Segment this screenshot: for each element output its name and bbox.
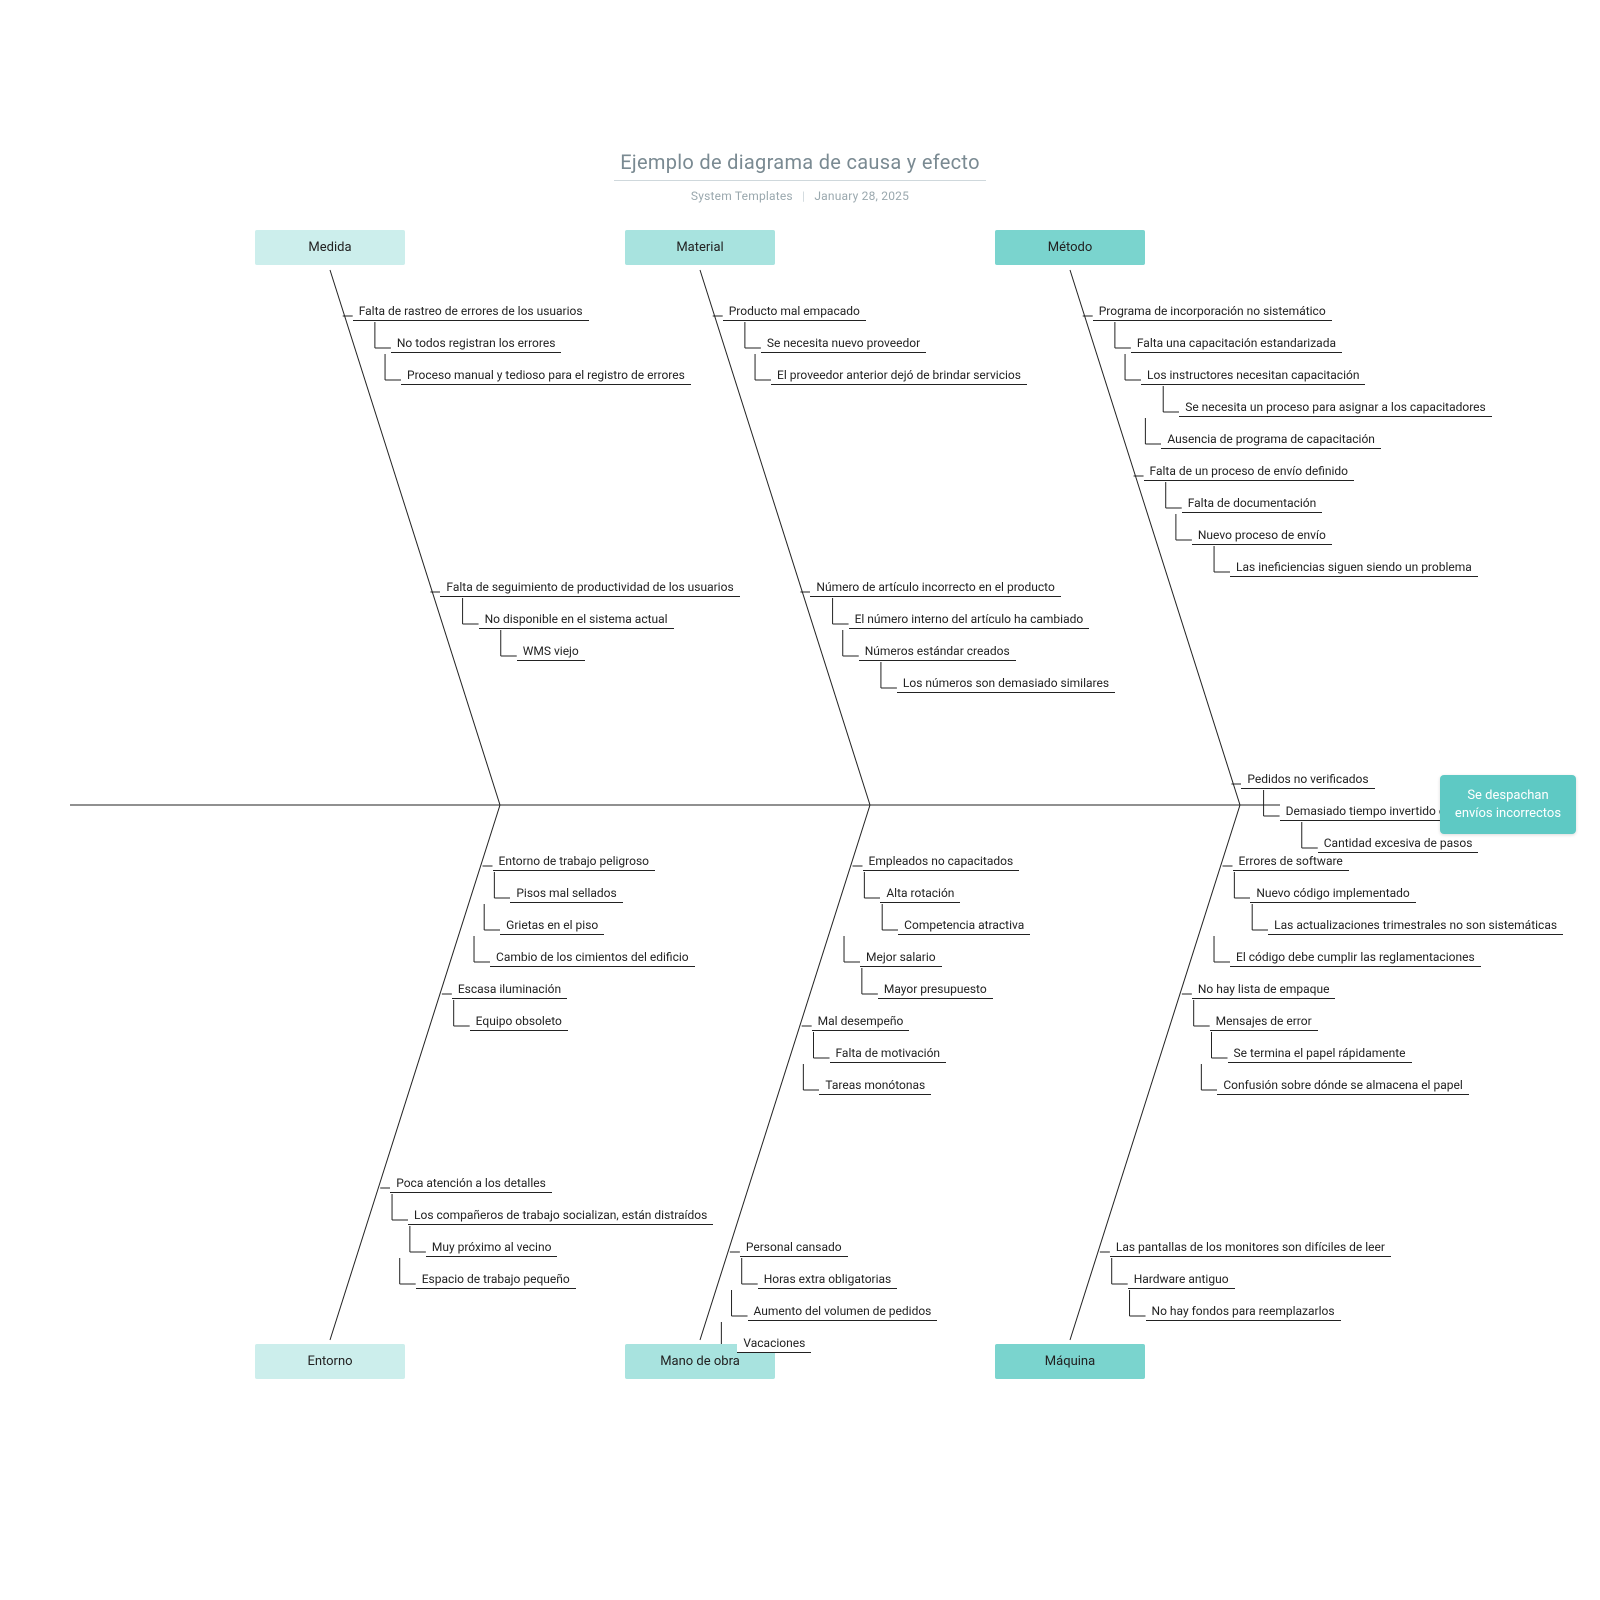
category-material: Material [625,230,775,265]
cause-node: Confusión sobre dónde se almacena el pap… [1217,1078,1468,1095]
diagram-title: Ejemplo de diagrama de causa y efecto [614,150,986,181]
cause-node: Falta de seguimiento de productividad de… [440,580,739,597]
cause-node: WMS viejo [517,644,585,661]
cause-node: Vacaciones [737,1336,811,1353]
cause-node: Proceso manual y tedioso para el registr… [401,368,691,385]
cause-node: Mensajes de error [1210,1014,1318,1031]
cause-node: Cantidad excesiva de pasos [1318,836,1479,853]
cause-node: Las ineficiencias siguen siendo un probl… [1230,560,1478,577]
cause-node: Mal desempeño [812,1014,910,1031]
cause-node: Grietas en el piso [500,918,604,935]
cause-node: Errores de software [1233,854,1349,871]
cause-node: Tareas monótonas [819,1078,931,1095]
cause-node: Equipo obsoleto [470,1014,568,1031]
cause-node: Se termina el papel rápidamente [1228,1046,1412,1063]
cause-node: Hardware antiguo [1128,1272,1235,1289]
cause-node: El código debe cumplir las reglamentacio… [1230,950,1481,967]
cause-node: No hay lista de empaque [1192,982,1336,999]
cause-node: Las pantallas de los monitores son difíc… [1110,1240,1391,1257]
cause-node: Muy próximo al vecino [426,1240,558,1257]
cause-node: Se necesita nuevo proveedor [761,336,926,353]
cause-node: Pisos mal sellados [510,886,622,903]
cause-node: Pedidos no verificados [1241,772,1374,789]
cause-node: Espacio de trabajo pequeño [416,1272,576,1289]
cause-node: Los compañeros de trabajo socializan, es… [408,1208,713,1225]
effect-label: Se despachan envíos incorrectos [1455,788,1561,821]
cause-node: Los números son demasiado similares [897,676,1115,693]
subtitle-author: System Templates [691,189,793,203]
cause-node: Se necesita un proceso para asignar a lo… [1179,400,1492,417]
cause-node: Falta de documentación [1182,496,1323,513]
cause-node: Horas extra obligatorias [758,1272,898,1289]
cause-node: Falta de rastreo de errores de los usuar… [353,304,589,321]
cause-node: Mejor salario [860,950,942,967]
cause-node: Cambio de los cimientos del edificio [490,950,695,967]
fishbone-lines [0,0,1600,1600]
cause-node: Producto mal empacado [723,304,866,321]
cause-node: Entorno de trabajo peligroso [493,854,655,871]
cause-node: Nuevo código implementado [1250,886,1415,903]
subtitle-divider: | [802,189,805,203]
cause-node: Empleados no capacitados [863,854,1020,871]
cause-node: Programa de incorporación no sistemático [1093,304,1332,321]
effect-box: Se despachan envíos incorrectos [1440,775,1576,834]
cause-node: Ausencia de programa de capacitación [1161,432,1381,449]
cause-node: Poca atención a los detalles [390,1176,552,1193]
category-entorno: Entorno [255,1344,405,1379]
cause-node: Aumento del volumen de pedidos [748,1304,938,1321]
cause-node: Números estándar creados [859,644,1016,661]
cause-node: Falta una capacitación estandarizada [1131,336,1342,353]
cause-node: No hay fondos para reemplazarlos [1146,1304,1341,1321]
cause-node: Nuevo proceso de envío [1192,528,1332,545]
cause-node: Las actualizaciones trimestrales no son … [1268,918,1563,935]
cause-node: Número de artículo incorrecto en el prod… [810,580,1060,597]
cause-node: Alta rotación [880,886,960,903]
cause-node: Los instructores necesitan capacitación [1141,368,1365,385]
category-medida: Medida [255,230,405,265]
diagram-subtitle: System Templates | January 28, 2025 [0,189,1600,203]
cause-node: Escasa iluminación [452,982,567,999]
cause-node: Personal cansado [740,1240,848,1257]
cause-node: El número interno del artículo ha cambia… [849,612,1090,629]
cause-node: Falta de motivación [830,1046,947,1063]
cause-node: Competencia atractiva [898,918,1030,935]
cause-node: No todos registran los errores [391,336,562,353]
cause-node: El proveedor anterior dejó de brindar se… [771,368,1027,385]
subtitle-date: January 28, 2025 [814,189,909,203]
category-metodo: Método [995,230,1145,265]
category-maquina: Máquina [995,1344,1145,1379]
cause-node: Mayor presupuesto [878,982,993,999]
title-block: Ejemplo de diagrama de causa y efecto Sy… [0,150,1600,203]
cause-node: Falta de un proceso de envío definido [1144,464,1354,481]
cause-node: No disponible en el sistema actual [479,612,674,629]
